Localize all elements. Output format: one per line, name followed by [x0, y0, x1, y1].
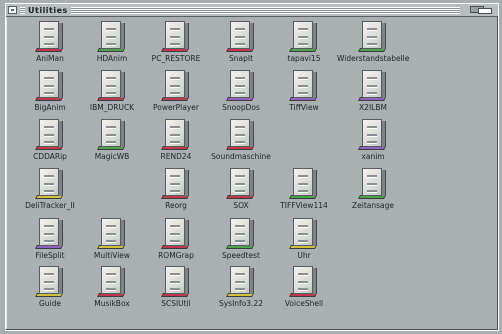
- icon-label: PC_RESTORE: [151, 54, 201, 63]
- drawer-icon: [35, 218, 63, 250]
- drawer-icon: [289, 21, 317, 53]
- icon-label: xanim: [361, 152, 385, 161]
- drawer-icon: [226, 168, 254, 200]
- drawer-icon: [289, 70, 317, 102]
- drawer-icon: [161, 21, 189, 53]
- drawer-icon: [161, 119, 189, 151]
- drawer-icon: [226, 266, 254, 298]
- icon-label: DeliTracker_II: [25, 201, 75, 210]
- drawer-icon: [35, 70, 63, 102]
- drawer-icon-item[interactable]: Reorg: [146, 166, 206, 216]
- icon-label: SysInfo3.22: [218, 299, 263, 308]
- drawer-icon: [358, 70, 386, 102]
- utilities-window: Utilities AniMan HDAnim PC_RESTORE SnapIt ta…: [5, 3, 499, 331]
- icon-label: PowerPlayer: [152, 103, 199, 112]
- drawer-icon-item[interactable]: IBM_DRUCK: [82, 68, 142, 118]
- icon-label: MagicWB: [94, 152, 130, 161]
- drawer-icon-item[interactable]: FileSplit: [20, 216, 80, 266]
- drawer-icon: [97, 266, 125, 298]
- drawer-icon: [358, 168, 386, 200]
- icon-label: SOX: [233, 201, 249, 210]
- depth-arrange-icon[interactable]: [470, 6, 494, 14]
- icon-label: Soundmaschine: [211, 152, 271, 161]
- drawer-icon-item[interactable]: SysInfo3.22: [211, 264, 271, 314]
- icon-label: Reorg: [165, 201, 187, 210]
- drawer-icon-item[interactable]: TIFFView114: [274, 166, 334, 216]
- drawer-icon: [358, 119, 386, 151]
- drawer-icon-item[interactable]: SnapIt: [211, 19, 271, 69]
- drawer-icon-item[interactable]: MusikBox: [82, 264, 142, 314]
- icon-label: ROMGrap: [158, 251, 194, 260]
- drawer-icon-item[interactable]: X2ILBM: [343, 68, 403, 118]
- icon-label: TiffView: [289, 103, 319, 112]
- drawer-icon-item[interactable]: Zeitansage: [343, 166, 403, 216]
- drawer-icon: [226, 119, 254, 151]
- drawer-icon: [226, 218, 254, 250]
- close-icon[interactable]: [8, 6, 17, 14]
- icon-label: Widerstandstabelle: [337, 54, 410, 63]
- drawer-icon-item[interactable]: MultiView: [82, 216, 142, 266]
- drawer-icon: [226, 21, 254, 53]
- drawer-icon-item[interactable]: DeliTracker_II: [20, 166, 80, 216]
- drawer-icon-item[interactable]: xanim: [343, 117, 403, 167]
- drawer-icon-item[interactable]: ROMGrap: [146, 216, 206, 266]
- drawer-icon-item[interactable]: SnoopDos: [211, 68, 271, 118]
- icon-label: IBM_DRUCK: [89, 103, 135, 112]
- window-titlebar[interactable]: Utilities: [6, 4, 498, 17]
- icon-label: VoiceShell: [284, 299, 324, 308]
- drawer-icon: [226, 70, 254, 102]
- icon-label: SCSIUtil: [161, 299, 191, 308]
- drawer-icon-item[interactable]: BigAnim: [20, 68, 80, 118]
- drawer-icon-item[interactable]: SCSIUtil: [146, 264, 206, 314]
- drawer-icon-item[interactable]: MagicWB: [82, 117, 142, 167]
- drawer-icon: [97, 218, 125, 250]
- drawer-icon: [35, 119, 63, 151]
- icon-label: Zeitansage: [351, 201, 394, 210]
- drawer-icon: [289, 218, 317, 250]
- drawer-icon: [35, 168, 63, 200]
- drawer-icon: [161, 266, 189, 298]
- drawer-icon: [97, 21, 125, 53]
- drawer-icon-item[interactable]: HDAnim: [82, 19, 142, 69]
- window-title: Utilities: [25, 5, 71, 16]
- icon-label: TIFFView114: [280, 201, 328, 210]
- drawer-icon: [161, 70, 189, 102]
- drawer-icon-item[interactable]: VoiceShell: [274, 264, 334, 314]
- drawer-icon-item[interactable]: PC_RESTORE: [146, 19, 206, 69]
- icon-label: MultiView: [93, 251, 131, 260]
- icon-label: SnoopDos: [222, 103, 260, 112]
- drawer-icon: [358, 21, 386, 53]
- drawer-icon-item[interactable]: Speedtest: [211, 216, 271, 266]
- drawer-icon-item[interactable]: REND24: [146, 117, 206, 167]
- icon-label: HDAnim: [96, 54, 128, 63]
- drawer-icon-item[interactable]: PowerPlayer: [146, 68, 206, 118]
- drawer-icon-item[interactable]: Soundmaschine: [211, 117, 271, 167]
- icon-label: Speedtest: [222, 251, 260, 260]
- icon-label: SnapIt: [228, 54, 254, 63]
- titlebar-drag-area[interactable]: [20, 7, 460, 14]
- drawer-icon-item[interactable]: CDDARip: [20, 117, 80, 167]
- drawer-icon-item[interactable]: Widerstandstabelle: [337, 19, 409, 69]
- drawer-icon-item[interactable]: AniMan: [20, 19, 80, 69]
- icon-label: REND24: [160, 152, 192, 161]
- icon-label: Uhr: [297, 251, 311, 260]
- icon-label: tapavi15: [287, 54, 321, 63]
- drawer-icon-item[interactable]: TiffView: [274, 68, 334, 118]
- drawer-icon: [97, 119, 125, 151]
- drawer-icon-item[interactable]: Uhr: [274, 216, 334, 266]
- drawer-icon: [161, 218, 189, 250]
- drawer-icon-item[interactable]: SOX: [211, 166, 271, 216]
- drawer-icon: [161, 168, 189, 200]
- drawer-icon: [97, 70, 125, 102]
- icon-label: X2ILBM: [359, 103, 387, 112]
- drawer-icon: [35, 266, 63, 298]
- icon-label: MusikBox: [94, 299, 130, 308]
- drawer-icon: [35, 21, 63, 53]
- drawer-icon-item[interactable]: tapavi15: [274, 19, 334, 69]
- drawer-icon-item[interactable]: Guide: [20, 264, 80, 314]
- drawer-icon: [289, 168, 317, 200]
- drawer-icon: [289, 266, 317, 298]
